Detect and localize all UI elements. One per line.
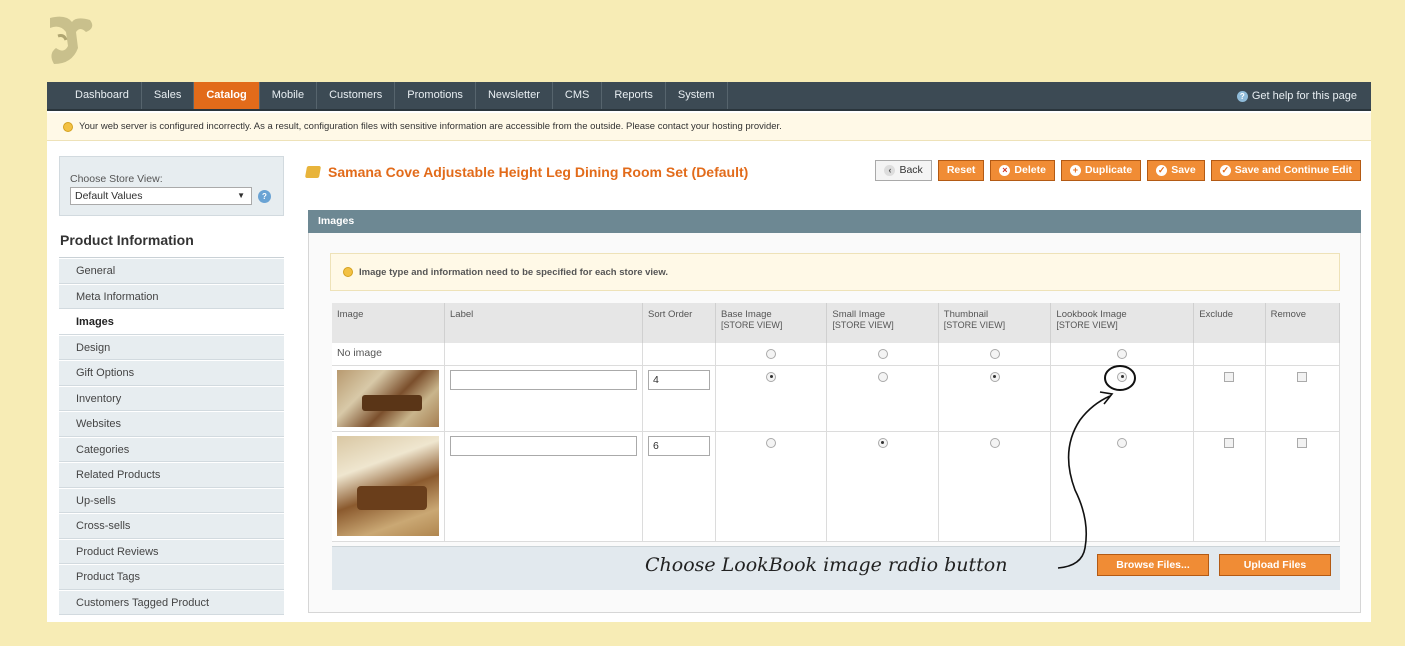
annotation-arrow-icon (1057, 365, 1136, 569)
